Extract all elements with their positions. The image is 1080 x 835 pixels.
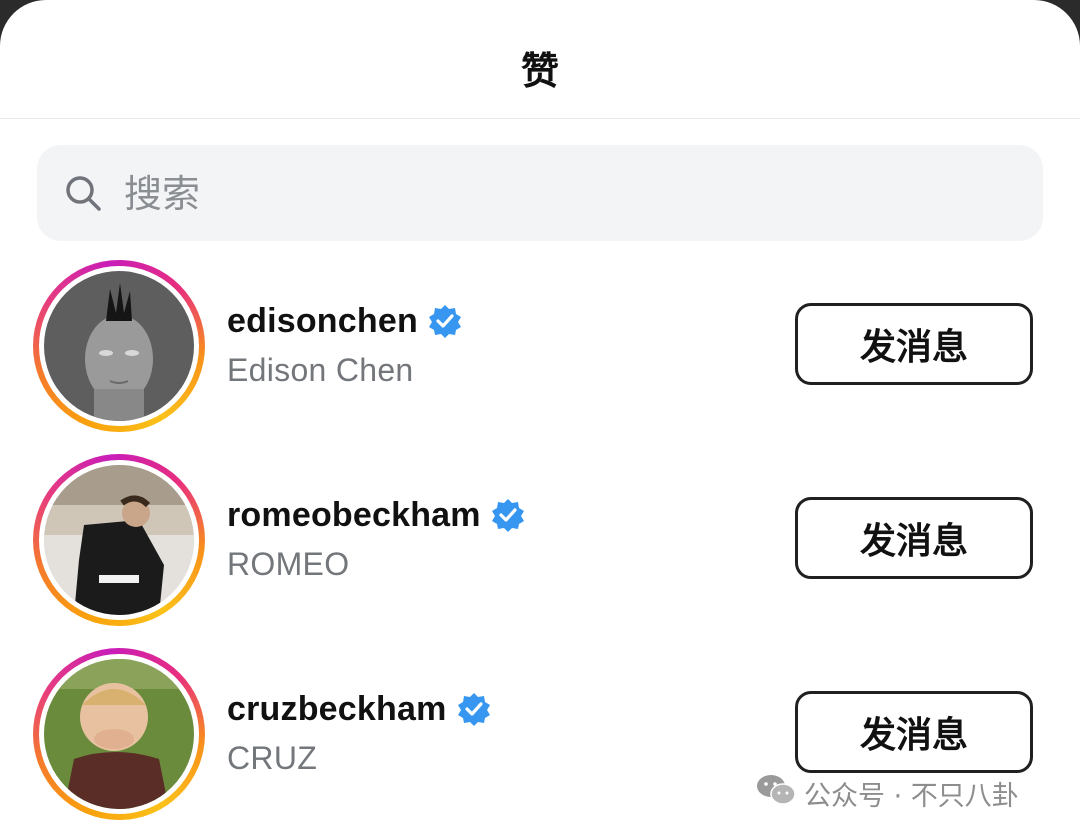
verified-badge-icon — [428, 304, 462, 347]
avatar[interactable] — [44, 659, 194, 809]
username-text[interactable]: romeobeckham — [227, 496, 481, 534]
page-title: 赞 — [520, 51, 559, 93]
message-button[interactable]: 发消息 — [795, 497, 1033, 579]
list-item[interactable]: romeobeckham ROMEO 发消息 — [0, 454, 1080, 644]
story-ring[interactable] — [33, 454, 205, 626]
verified-badge-icon — [457, 692, 491, 735]
username[interactable]: cruzbeckham — [227, 690, 491, 735]
story-ring[interactable] — [33, 260, 205, 432]
verified-badge-icon — [491, 498, 525, 541]
avatar[interactable] — [44, 465, 194, 615]
story-ring[interactable] — [33, 648, 205, 820]
message-button[interactable]: 发消息 — [795, 303, 1033, 385]
avatar[interactable] — [44, 271, 194, 421]
watermark: 公众号 · 不只八卦 — [756, 773, 1019, 814]
username[interactable]: edisonchen — [227, 302, 462, 347]
full-name: ROMEO — [227, 546, 350, 582]
wechat-icon — [756, 773, 796, 814]
search-icon — [64, 174, 102, 217]
likes-sheet: 赞 搜索 edisonchen Edison Chen 发消息 romeobec… — [0, 0, 1080, 835]
username[interactable]: romeobeckham — [227, 496, 525, 541]
sheet-header: 赞 — [0, 0, 1080, 119]
username-text[interactable]: cruzbeckham — [227, 690, 447, 728]
watermark-text: 公众号 · 不只八卦 — [804, 780, 1019, 812]
message-button[interactable]: 发消息 — [795, 691, 1033, 773]
search-input[interactable] — [124, 166, 1004, 222]
username-text[interactable]: edisonchen — [227, 302, 418, 340]
full-name: Edison Chen — [227, 352, 414, 388]
full-name: CRUZ — [227, 740, 318, 776]
list-item[interactable]: edisonchen Edison Chen 发消息 — [0, 260, 1080, 450]
